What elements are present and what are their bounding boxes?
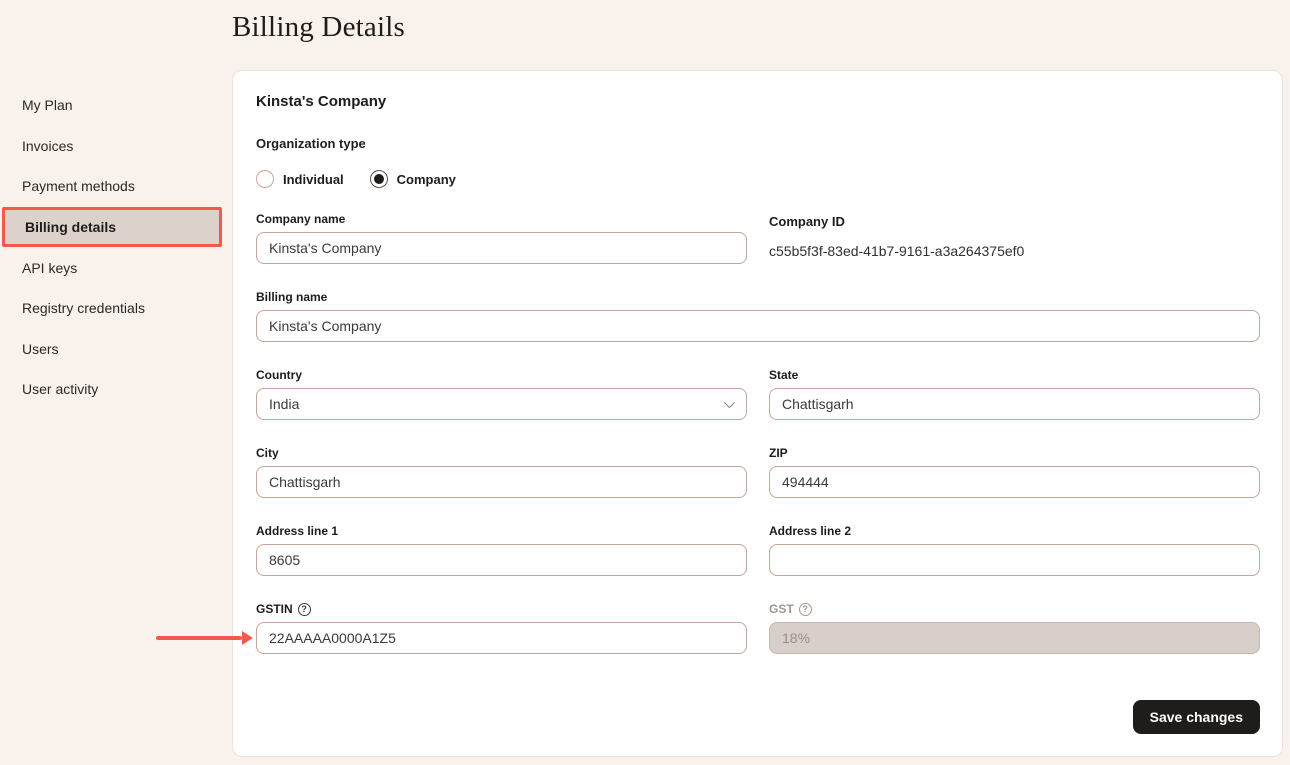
sidebar-item-billing-details[interactable]: Billing details [2,207,222,248]
chevron-down-icon [724,397,735,408]
radio-circle-icon [256,170,274,188]
state-input[interactable] [769,388,1260,420]
company-id-value: c55b5f3f-83ed-41b7-9161-a3a264375ef0 [769,243,1260,259]
radio-company[interactable]: Company [370,170,456,188]
city-input[interactable] [256,466,747,498]
radio-individual[interactable]: Individual [256,170,344,188]
gstin-input[interactable] [256,622,747,654]
address-line-2-input[interactable] [769,544,1260,576]
company-name-input[interactable] [256,232,747,264]
annotation-arrow-line [156,636,242,640]
sidebar-item-users[interactable]: Users [0,329,232,370]
state-label: State [769,368,1260,382]
gstin-label-text: GSTIN [256,602,293,616]
state-group: State [769,368,1260,420]
radio-company-label: Company [397,172,456,187]
sidebar-item-api-keys[interactable]: API keys [0,247,232,288]
billing-name-input[interactable] [256,310,1260,342]
page-title: Billing Details [232,11,405,44]
address-line-1-label: Address line 1 [256,524,747,538]
gst-label-text: GST [769,602,794,616]
billing-form: Company name Company ID c55b5f3f-83ed-41… [256,212,1260,654]
gstin-group: GSTIN ? [256,602,747,654]
radio-circle-selected-icon [370,170,388,188]
sidebar-item-registry-credentials[interactable]: Registry credentials [0,288,232,329]
country-group: Country India [256,368,747,420]
address-line-1-input[interactable] [256,544,747,576]
gstin-help-icon[interactable]: ? [298,603,311,616]
billing-name-group: Billing name [256,290,1260,342]
city-label: City [256,446,747,460]
gst-help-icon[interactable]: ? [799,603,812,616]
address-line-1-group: Address line 1 [256,524,747,576]
zip-label: ZIP [769,446,1260,460]
save-changes-button[interactable]: Save changes [1133,700,1260,734]
country-label: Country [256,368,747,382]
city-group: City [256,446,747,498]
billing-details-card: Kinsta's Company Organization type Indiv… [232,70,1283,757]
company-name-group: Company name [256,212,747,264]
gst-input-disabled [769,622,1260,654]
company-name-label: Company name [256,212,747,226]
sidebar-item-user-activity[interactable]: User activity [0,369,232,410]
zip-group: ZIP [769,446,1260,498]
billing-name-label: Billing name [256,290,1260,304]
organization-type-radio-group: Individual Company [256,170,1260,188]
company-heading: Kinsta's Company [256,93,1260,110]
organization-type-label: Organization type [256,136,1260,151]
billing-sidebar: My Plan Invoices Payment methods Billing… [0,85,232,410]
radio-individual-label: Individual [283,172,344,187]
sidebar-item-payment-methods[interactable]: Payment methods [0,166,232,207]
sidebar-item-my-plan[interactable]: My Plan [0,85,232,126]
gst-group: GST ? [769,602,1260,654]
gstin-label: GSTIN ? [256,602,747,616]
country-select[interactable]: India [256,388,747,420]
sidebar-item-invoices[interactable]: Invoices [0,126,232,167]
company-id-label: Company ID [769,214,1260,229]
company-id-group: Company ID c55b5f3f-83ed-41b7-9161-a3a26… [769,212,1260,264]
zip-input[interactable] [769,466,1260,498]
country-selected-value: India [269,396,299,412]
gst-label: GST ? [769,602,1260,616]
address-line-2-group: Address line 2 [769,524,1260,576]
address-line-2-label: Address line 2 [769,524,1260,538]
